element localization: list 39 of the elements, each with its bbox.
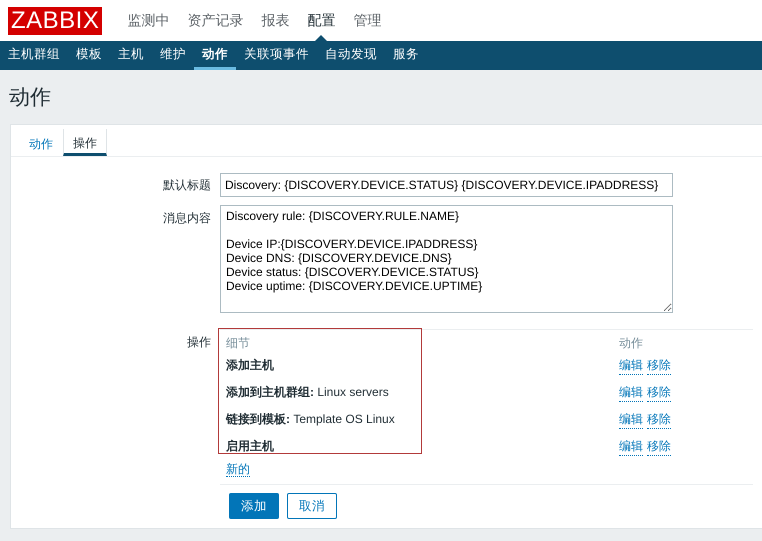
edit-link[interactable]: 编辑	[619, 382, 643, 402]
submenu-item[interactable]: 主机群组	[0, 41, 68, 70]
tab[interactable]: 操作	[63, 128, 107, 156]
edit-link[interactable]: 编辑	[619, 356, 643, 374]
column-header: 动作	[619, 334, 643, 352]
submenu-item[interactable]: 维护	[152, 41, 194, 70]
menu-item[interactable]: 管理	[344, 0, 390, 41]
cancel-button[interactable]: 取消	[287, 492, 337, 520]
field-label: 默认标题	[162, 176, 212, 194]
tab[interactable]: 动作	[19, 128, 63, 156]
edit-link[interactable]: 编辑	[619, 410, 643, 428]
remove-link[interactable]: 移除	[647, 410, 671, 428]
logo: ZABBIX	[8, 6, 102, 34]
menu-item[interactable]: 报表	[252, 0, 298, 41]
operation-detail: 添加到主机群组: Linux servers	[226, 384, 390, 401]
page-title: 动作	[8, 85, 52, 111]
edit-link[interactable]: 编辑	[619, 436, 643, 456]
subject-input[interactable]: Discovery: {DISCOVERY.DEVICE.STATUS} {DISCOVERY.DEVICE.IPADDRESS}	[220, 172, 673, 196]
menu-item[interactable]: 资产记录	[178, 0, 252, 41]
operation-detail: 链接到模板: Template OS Linux	[226, 411, 396, 428]
message-textarea[interactable]: Discovery rule: {DISCOVERY.RULE.NAME} Device IP:{DISCOVERY.DEVICE.IPADDRESS} Device DNS: {DISCOVERY.DEVICE.DNS} Device status: {DISCOVERY.DEVICE.STATUS} Device uptime: {DISCOVERY.DEVICE.UPTIME}	[220, 204, 673, 312]
menu-item[interactable]: 监测中	[118, 0, 178, 41]
menu-item[interactable]: 配置	[298, 0, 344, 41]
operation-detail: 启用主机	[226, 438, 275, 455]
remove-link[interactable]: 移除	[647, 436, 671, 456]
submenu-item[interactable]: 动作	[194, 41, 236, 70]
new-link[interactable]: 新的	[226, 462, 250, 476]
submenu-item[interactable]: 模板	[68, 41, 110, 70]
field-label: 操作	[186, 334, 212, 350]
submenu-item[interactable]: 主机	[110, 41, 152, 70]
field-label: 消息内容	[162, 210, 212, 226]
add-button[interactable]: 添加	[229, 492, 279, 520]
remove-link[interactable]: 移除	[647, 356, 671, 374]
column-header: 细节	[226, 334, 251, 352]
operation-detail: 添加主机	[226, 357, 275, 374]
submenu-item[interactable]: 自动发现	[317, 41, 385, 70]
submenu-item[interactable]: 关联项事件	[236, 41, 317, 70]
submenu-item[interactable]: 服务	[385, 41, 427, 70]
remove-link[interactable]: 移除	[647, 382, 671, 402]
